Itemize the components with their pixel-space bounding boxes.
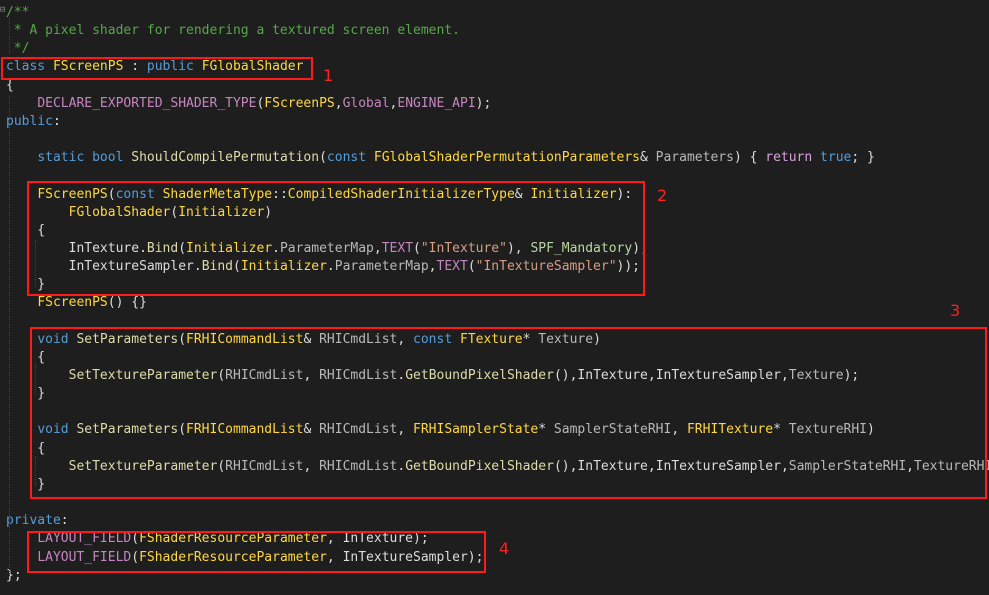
code-token: Parameters — [655, 150, 734, 166]
code-text: public: — [6, 113, 61, 131]
code-token: ); — [475, 95, 492, 111]
annotation-label-1: 1 — [323, 66, 334, 85]
code-token: private — [6, 513, 61, 529]
code-token: : — [60, 513, 69, 529]
annotation-box-1 — [1, 57, 313, 80]
annotation-label-4: 4 — [499, 539, 510, 558]
code-text: * A pixel shader for rendering a texture… — [6, 22, 460, 40]
code-text: private: — [6, 512, 69, 530]
code-token: true — [820, 150, 852, 166]
code-token: FScreenPS — [37, 295, 108, 311]
code-token: * A pixel shader for rendering a texture… — [6, 23, 460, 39]
code-token: FGlobalShaderPermutationParameters — [373, 150, 640, 166]
annotation-box-3 — [30, 327, 987, 499]
code-editor[interactable]: /** * A pixel shader for rendering a tex… — [0, 0, 989, 595]
code-text: static bool ShouldCompilePermutation(con… — [6, 149, 875, 167]
code-token: FScreenPS — [264, 95, 335, 111]
code-token: static — [37, 150, 85, 166]
code-token: ; } — [851, 150, 875, 166]
annotation-label-2: 2 — [657, 186, 668, 205]
code-token: () {} — [107, 295, 147, 311]
code-token: DECLARE_EXPORTED_SHADER_TYPE — [37, 95, 257, 111]
code-token: public — [6, 113, 53, 129]
annotation-label-3: 3 — [950, 301, 961, 320]
annotation-box-2 — [27, 181, 645, 296]
indent-guide — [9, 18, 10, 54]
code-token: , — [334, 95, 343, 111]
code-text: DECLARE_EXPORTED_SHADER_TYPE(FScreenPS,G… — [6, 95, 491, 113]
fold-collapse-icon[interactable]: ⊟ — [0, 6, 5, 15]
code-token: ShouldCompilePermutation — [131, 150, 320, 166]
code-token: ( — [319, 150, 327, 166]
indent-guide — [9, 96, 10, 576]
code-text: FScreenPS() {} — [6, 294, 147, 312]
code-token: ) { — [733, 150, 766, 166]
code-token: ENGINE_API — [397, 95, 476, 111]
code-token: Global — [342, 95, 390, 111]
code-token: : — [52, 113, 61, 129]
annotation-box-4 — [27, 531, 486, 573]
code-token: const — [326, 150, 367, 166]
code-token: & — [640, 150, 656, 166]
code-token: return — [765, 150, 813, 166]
code-token: bool — [92, 150, 124, 166]
